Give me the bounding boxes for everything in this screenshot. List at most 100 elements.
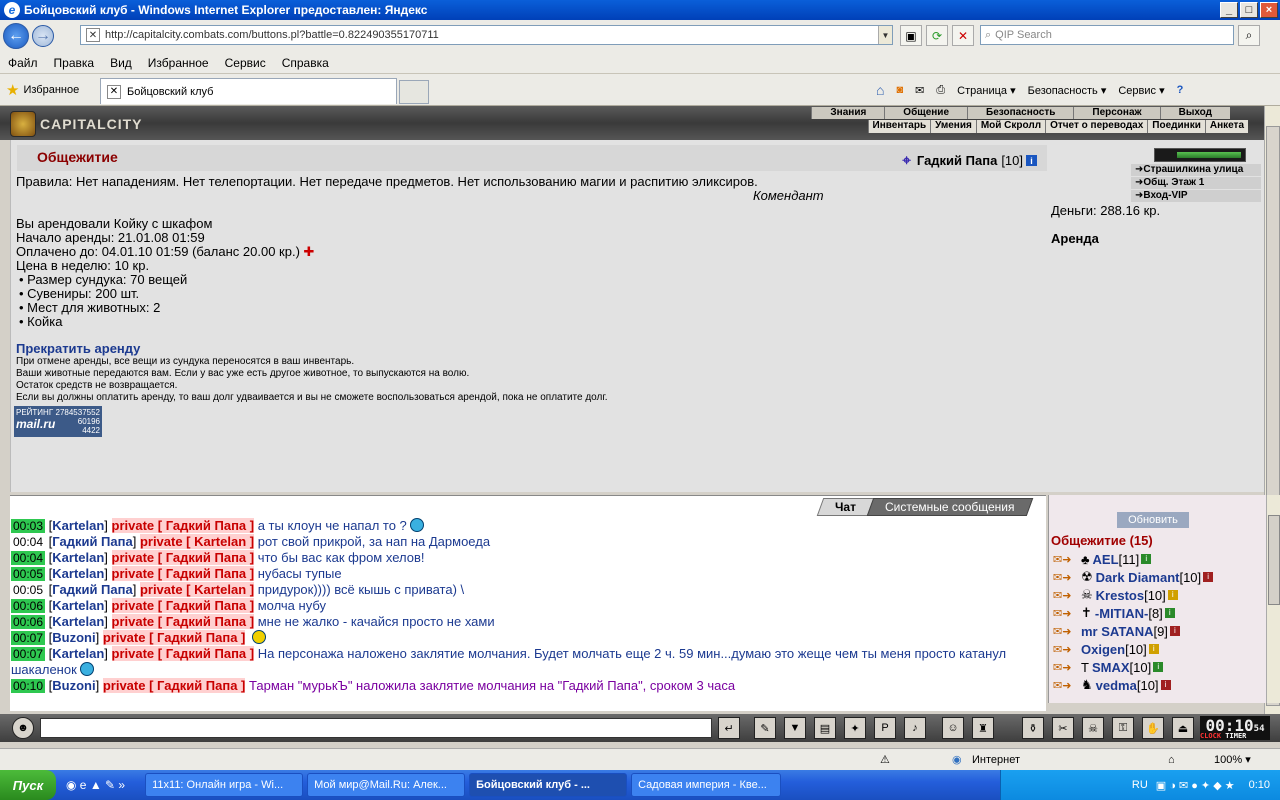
close-button[interactable]: × — [1260, 2, 1278, 18]
cancel-rent-link[interactable]: Прекратить аренду — [16, 341, 140, 356]
message-nick[interactable]: Гадкий Папа — [52, 582, 132, 597]
info-icon[interactable]: i — [1026, 155, 1037, 166]
private-arrow-icon[interactable]: ✉➜ — [1053, 661, 1081, 674]
message-time[interactable]: 00:07 — [11, 631, 46, 645]
add-funds-icon[interactable]: ✚ — [304, 244, 315, 259]
user-nick[interactable]: Krestos — [1096, 588, 1144, 603]
user-nick[interactable]: -MITIAN- — [1095, 606, 1148, 621]
info-icon[interactable]: i — [1169, 626, 1180, 636]
nav-scroll[interactable]: Мой Скролл — [975, 120, 1045, 133]
address-dropdown[interactable]: ▼ — [878, 26, 892, 44]
message-nick[interactable]: Kartelan — [52, 598, 104, 613]
send-button[interactable]: ↵ — [718, 717, 740, 739]
message-time[interactable]: 00:10 — [11, 679, 46, 693]
nav-security[interactable]: Безопасность — [967, 107, 1073, 119]
message-nick[interactable]: Kartelan — [52, 518, 104, 533]
message-nick[interactable]: Kartelan — [52, 550, 104, 565]
online-user[interactable]: ✉➜ ☠ Krestos [10] i — [1053, 587, 1178, 603]
helmet-icon[interactable]: ♜ — [972, 717, 994, 739]
cmd-safety[interactable]: Безопасность ▾ — [1028, 84, 1107, 97]
user-nick[interactable]: vedma — [1096, 678, 1137, 693]
tray-icons[interactable]: ▣ ◑ ✉ ● ✦ ◆ ★ — [1156, 779, 1235, 792]
refresh-list-button[interactable]: Обновить — [1117, 512, 1189, 528]
user-nick[interactable]: SMAX — [1092, 660, 1130, 675]
online-scrollbar-thumb[interactable] — [1268, 515, 1280, 605]
refresh-button[interactable]: ⟳ — [926, 25, 948, 46]
exit-icon[interactable]: ⏏ — [1172, 717, 1194, 739]
menu-edit[interactable]: Правка — [46, 56, 103, 70]
mask-icon[interactable]: ☠ — [1082, 717, 1104, 739]
search-go-button[interactable]: ⌕ — [1238, 25, 1260, 46]
nav-inventory[interactable]: Инвентарь — [867, 120, 931, 133]
chat-input[interactable] — [40, 718, 712, 738]
maximize-button[interactable]: □ — [1240, 2, 1258, 18]
message-time[interactable]: 00:03 — [11, 519, 46, 533]
nav-transfers[interactable]: Отчет о переводах — [1045, 120, 1147, 133]
nav-skills[interactable]: Умения — [930, 120, 976, 133]
address-field[interactable]: ✕ http://capitalcity.combats.com/buttons… — [80, 25, 893, 45]
mailru-rating-counter[interactable]: РЕЙТИНГ 2784537552 mail.ru 60196 4422 — [14, 406, 102, 437]
menu-favorites[interactable]: Избранное — [140, 56, 217, 70]
message-time[interactable]: 00:04 — [11, 551, 46, 565]
info-icon[interactable]: i — [1203, 572, 1214, 582]
message-time[interactable]: 00:05 — [11, 583, 46, 597]
feeds-icon[interactable]: ◙ — [896, 84, 903, 96]
user-nick[interactable]: Dark Diamant — [1096, 570, 1180, 585]
lang-indicator[interactable]: RU — [1132, 779, 1148, 791]
mail-icon[interactable]: ✉ — [915, 84, 924, 97]
online-user[interactable]: ✉➜ ♞ vedma [10] i — [1053, 677, 1171, 693]
private-arrow-icon[interactable]: ✉➜ — [1053, 553, 1081, 566]
message-nick[interactable]: Kartelan — [52, 614, 104, 629]
lock-icon[interactable]: ⚿ — [1112, 717, 1134, 739]
start-button[interactable]: Пуск — [0, 770, 56, 800]
location-link[interactable]: ➜Вход-VIP — [1131, 190, 1261, 202]
private-arrow-icon[interactable]: ✉➜ — [1053, 625, 1081, 638]
online-scrollbar[interactable] — [1266, 495, 1280, 703]
message-private[interactable]: private [ Гадкий Папа ] — [111, 518, 255, 533]
nav-profile[interactable]: Анкета — [1204, 120, 1248, 133]
online-user[interactable]: ✉➜ ✝ -MITIAN- [8] i — [1053, 605, 1175, 621]
nav-fights[interactable]: Поединки — [1147, 120, 1205, 133]
taskbar-window-button[interactable]: Мой мир@Mail.Ru: Алек... — [307, 773, 466, 797]
message-nick[interactable]: Buzoni — [52, 678, 95, 693]
print-icon[interactable]: ⎙ — [936, 84, 945, 97]
message-private[interactable]: private [ Kartelan ] — [139, 582, 255, 597]
message-time[interactable]: 00:06 — [11, 615, 46, 629]
message-nick[interactable]: Гадкий Папа — [52, 534, 132, 549]
hand-icon[interactable]: ✋ — [1142, 717, 1164, 739]
target-icon[interactable]: ⌖ — [902, 152, 910, 169]
message-time[interactable]: 00:04 — [11, 535, 46, 549]
message-private[interactable]: private [ Гадкий Папа ] — [102, 630, 246, 645]
online-user[interactable]: ✉➜ ♣ AEL [11] i — [1053, 551, 1152, 567]
user-nick[interactable]: AEL — [1093, 552, 1119, 567]
online-user[interactable]: ✉➜ Oxigen [10] i — [1053, 641, 1159, 657]
player-nick[interactable]: Гадкий Папа — [917, 153, 997, 168]
menu-tools[interactable]: Сервис — [217, 56, 274, 70]
home-icon[interactable]: ⌂ — [876, 82, 884, 98]
search-input[interactable]: ⌕ QIP Search — [980, 25, 1234, 45]
user-nick[interactable]: Oxigen — [1081, 642, 1125, 657]
scroll-icon[interactable]: ✂ — [1052, 717, 1074, 739]
cmd-tools[interactable]: Сервис ▾ — [1118, 84, 1164, 97]
menu-help[interactable]: Справка — [274, 56, 337, 70]
private-icon[interactable]: P — [874, 717, 896, 739]
tab-chat[interactable]: Чат — [816, 498, 874, 516]
forward-button[interactable]: → — [32, 25, 54, 47]
private-arrow-icon[interactable]: ✉➜ — [1053, 643, 1081, 656]
message-private[interactable]: private [ Гадкий Папа ] — [111, 566, 255, 581]
location-link[interactable]: ➜Общ. Этаж 1 — [1131, 177, 1261, 189]
message-private[interactable]: private [ Гадкий Папа ] — [111, 646, 255, 661]
rent-section-link[interactable]: Аренда — [1051, 231, 1099, 246]
private-arrow-icon[interactable]: ✉➜ — [1053, 589, 1081, 602]
message-time[interactable]: 00:06 — [11, 599, 46, 613]
taskbar-window-button[interactable]: Бойцовский клуб - ... — [469, 773, 628, 797]
location-link[interactable]: ➜Страшилкина улица — [1131, 164, 1261, 176]
message-nick[interactable]: Buzoni — [52, 630, 95, 645]
filter-icon[interactable]: ▼ — [784, 717, 806, 739]
zoom-level[interactable]: 100% ▾ — [1214, 753, 1251, 766]
info-icon[interactable]: i — [1160, 680, 1171, 690]
help-icon[interactable]: ? — [1177, 84, 1184, 96]
message-private[interactable]: private [ Kartelan ] — [139, 534, 255, 549]
back-button[interactable]: ← — [3, 23, 29, 49]
nav-communication[interactable]: Общение — [884, 107, 967, 119]
